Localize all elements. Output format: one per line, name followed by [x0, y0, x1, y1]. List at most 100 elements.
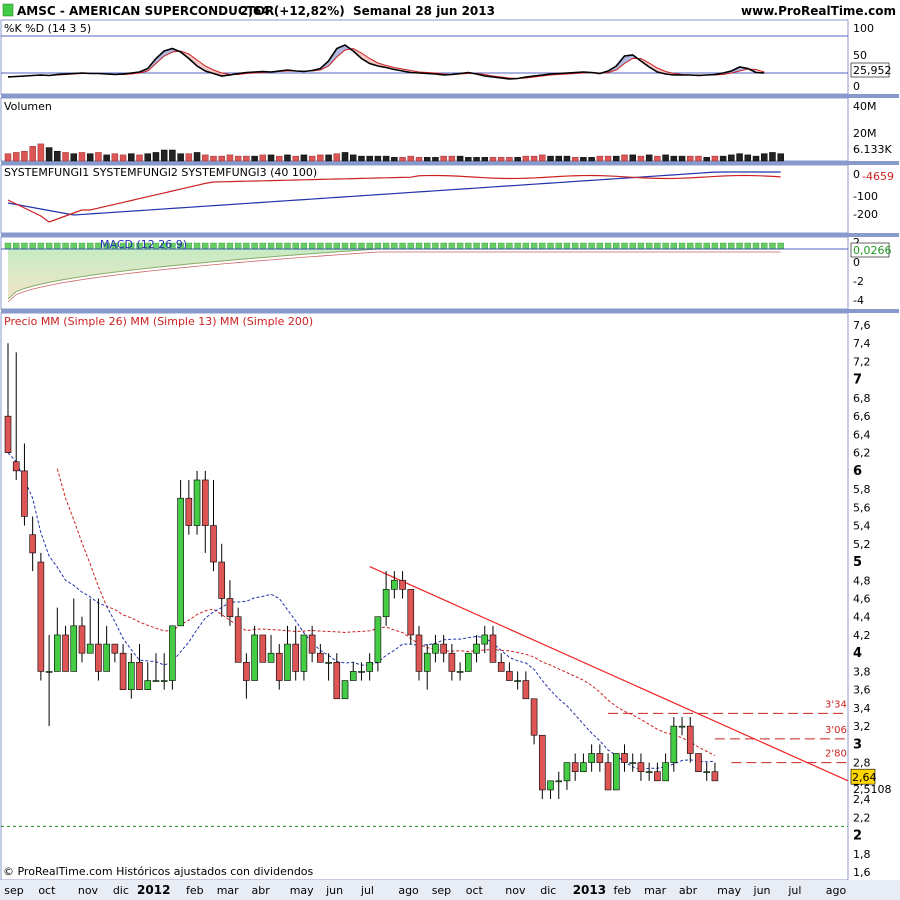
price-tick: 2 — [853, 829, 862, 844]
instrument-price: 2,64 (+12,82%) — [240, 4, 345, 18]
volume-bar — [465, 157, 472, 162]
price-candle — [29, 534, 36, 554]
volume-bar — [374, 155, 382, 162]
macd-hist-bar — [473, 242, 480, 250]
macd-hist-bar — [391, 242, 398, 250]
volume-bar — [325, 154, 332, 162]
price-tick: 3,2 — [853, 720, 871, 733]
price-tick: 1,6 — [853, 866, 871, 879]
macd-hist-bar — [604, 242, 612, 250]
macd-hist-bar — [259, 242, 267, 250]
macd-hist-bar — [613, 242, 620, 250]
price-candle — [218, 561, 226, 599]
volume-bar — [645, 154, 653, 162]
price-candle — [382, 589, 390, 618]
price-candle — [366, 662, 373, 672]
x-axis-label: abr — [679, 884, 698, 897]
price-tick: 6,8 — [853, 392, 871, 405]
price-candle — [259, 634, 267, 663]
volume-bar — [193, 152, 201, 162]
price-candle — [497, 662, 505, 672]
volume-bar — [489, 157, 497, 162]
volume-bar — [637, 155, 645, 162]
price-candle — [119, 652, 127, 690]
stochastic-last-value: 25,952 — [853, 64, 892, 77]
volume-bar — [70, 153, 78, 162]
stochastic-frame — [0, 19, 849, 95]
macd-hist-bar — [308, 242, 316, 250]
price-candle — [695, 753, 702, 773]
x-axis-label: feb — [186, 884, 204, 897]
volume-bar — [366, 155, 373, 162]
price-candle — [555, 780, 563, 783]
volume-bar — [728, 154, 735, 162]
price-candle — [604, 762, 612, 791]
macd-hist-bar — [333, 242, 340, 250]
price-candle — [275, 652, 283, 681]
volume-bar — [234, 155, 242, 162]
macd-hist-bar — [432, 242, 439, 250]
volume-bar — [284, 154, 291, 162]
volume-last-value: 6.133K — [853, 143, 892, 156]
macd-hist-bar — [769, 242, 776, 250]
x-axis-label: nov — [505, 884, 526, 897]
macd-hist-bar — [350, 242, 357, 250]
price-candle — [292, 643, 300, 672]
price-tick: 3,6 — [853, 684, 871, 697]
price-candle — [588, 753, 595, 763]
volume-bar — [703, 157, 710, 162]
macd-hist-bar — [382, 242, 390, 250]
macd-hist-bar — [267, 242, 275, 250]
macd-hist-bar — [596, 242, 604, 250]
macd-hist-bar — [588, 242, 595, 250]
stochastic-tick: 100 — [853, 22, 874, 35]
price-candle — [522, 680, 530, 700]
volume-bar — [308, 155, 316, 162]
price-candle — [54, 634, 61, 672]
app-logo-icon — [2, 3, 14, 17]
macd-hist-bar — [489, 242, 497, 250]
volume-bar — [86, 153, 94, 162]
price-panel: 7,6 7,4 7,2 7 6,8 6,6 6,4 6,2 6 5,8 5,6 5,4 5,2 5 4,8 4… — [0, 312, 892, 881]
macd-hist-bar — [226, 242, 234, 250]
stochastic-title: %K %D (14 3 5) — [4, 22, 91, 35]
volume-bar — [218, 155, 225, 162]
price-candle — [103, 643, 110, 672]
volume-bar — [12, 152, 20, 162]
macd-hist-bar — [440, 242, 447, 250]
x-axis-label: feb — [613, 884, 631, 897]
price-tick: 4,4 — [853, 611, 871, 624]
price-candle — [358, 671, 365, 673]
price-tick: 7 — [853, 373, 862, 388]
macd-tick: -4 — [853, 294, 864, 307]
macd-hist-bar — [62, 242, 69, 250]
volume-bar — [37, 143, 45, 162]
volume-bar — [571, 157, 579, 162]
macd-hist-bar — [563, 242, 571, 250]
price-candle — [169, 625, 176, 681]
price-tick: 4 — [853, 646, 862, 661]
price-candle — [21, 470, 28, 517]
macd-hist-bar — [424, 242, 431, 250]
macd-hist-bar — [399, 242, 406, 250]
volume-bar — [744, 154, 752, 162]
price-candle — [201, 479, 209, 526]
macd-hist-bar — [465, 242, 472, 250]
systemfungi-panel: SYSTEMFUNGI1 SYSTEMFUNGI2 SYSTEMFUNGI3 (… — [0, 164, 899, 237]
price-candle — [415, 634, 423, 672]
macd-hist-bar — [728, 242, 735, 250]
systemfungi-last-value: -4659 — [862, 170, 894, 183]
x-axis-label: jun — [753, 884, 771, 897]
macd-hist-bar — [670, 242, 678, 250]
price-candle — [349, 671, 357, 681]
price-candle — [399, 579, 406, 590]
site-link[interactable]: www.ProRealTime.com — [741, 4, 896, 18]
price-candle — [234, 616, 242, 663]
volume-bar — [349, 154, 357, 162]
volume-bar — [662, 154, 669, 162]
price-candle — [711, 771, 719, 782]
price-tick: 5,2 — [853, 538, 871, 551]
macd-hist-bar — [456, 242, 464, 250]
price-tick: 1,8 — [853, 848, 871, 861]
macd-hist-bar — [498, 242, 505, 250]
